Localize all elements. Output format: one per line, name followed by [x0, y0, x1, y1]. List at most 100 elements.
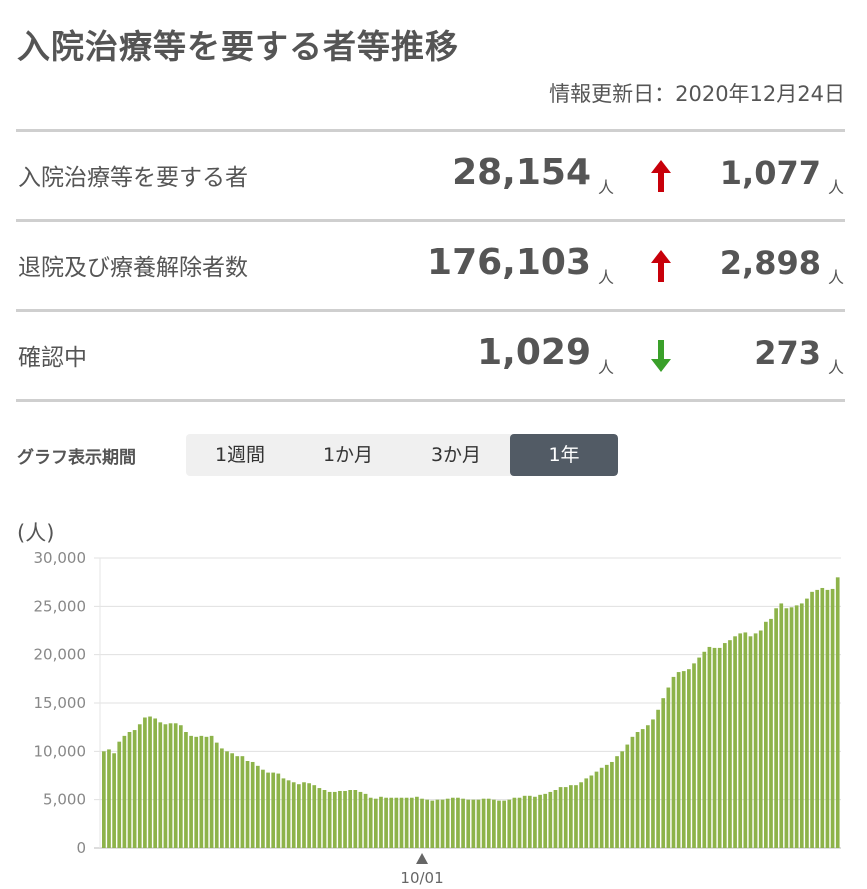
bar [604, 764, 609, 848]
bar [178, 725, 183, 848]
bar [343, 790, 347, 848]
bar [640, 729, 645, 848]
bar [676, 672, 681, 848]
bar [127, 732, 132, 848]
bar [589, 775, 594, 848]
bar [728, 640, 732, 848]
stat-row-hospitalized: 入院治療等を要する者 28,154 人 1,077 人 [16, 129, 845, 219]
bar [764, 621, 768, 848]
bar [569, 785, 573, 848]
stat-delta-unit: 人 [828, 178, 845, 197]
bar [112, 753, 116, 848]
bar [517, 797, 522, 848]
bar [738, 633, 743, 848]
bar [389, 797, 394, 848]
bar [158, 722, 163, 848]
bar [502, 800, 506, 848]
y-tick-label: 0 [76, 839, 86, 857]
bar [307, 783, 311, 848]
stat-value: 1,029 [477, 332, 591, 373]
bar [250, 761, 255, 848]
bar [209, 735, 214, 848]
stat-delta-unit: 人 [828, 358, 845, 377]
bar [553, 790, 558, 848]
bar [476, 799, 481, 848]
bar [512, 797, 517, 848]
page-title: 入院治療等を要する者等推移 [17, 27, 459, 66]
arrow-up-icon [651, 250, 671, 282]
bar [466, 799, 471, 848]
period-button-3months[interactable]: 3か月 [402, 434, 510, 476]
bar [312, 785, 317, 848]
bar [214, 742, 219, 848]
bar [610, 761, 614, 848]
stat-value: 176,103 [427, 242, 591, 283]
stat-delta-unit: 人 [828, 268, 845, 287]
bar [348, 790, 353, 848]
bar [286, 780, 291, 848]
bar [697, 657, 701, 848]
bar [163, 724, 168, 848]
stat-row-discharged: 退院及び療養解除者数 176,103 人 2,898 人 [16, 219, 845, 309]
bar [789, 607, 794, 848]
bar [353, 790, 358, 848]
y-tick-label: 20,000 [34, 646, 87, 664]
bar [435, 799, 440, 848]
bar [579, 782, 583, 848]
bar [399, 797, 404, 848]
bar [666, 687, 671, 848]
bar [722, 643, 727, 848]
bar [758, 630, 763, 848]
bar [384, 797, 388, 848]
bar [486, 798, 491, 848]
period-button-1week[interactable]: 1週間 [186, 434, 294, 476]
bar [173, 723, 178, 848]
bar [830, 588, 835, 848]
bar [815, 589, 820, 848]
bar [820, 587, 825, 848]
bar [230, 753, 234, 848]
bar [327, 791, 332, 848]
bar [168, 723, 173, 848]
bar [794, 605, 799, 848]
bar [712, 647, 717, 848]
bar [373, 798, 378, 848]
bar [245, 761, 250, 848]
period-label: グラフ表示期間 [17, 448, 136, 468]
bar [574, 785, 578, 848]
bar [132, 730, 137, 848]
bar [717, 647, 722, 848]
period-button-1month[interactable]: 1か月 [294, 434, 402, 476]
bar [102, 751, 106, 848]
stat-label: 確認中 [18, 345, 87, 371]
bar [799, 603, 804, 848]
bar [266, 772, 270, 848]
bar [420, 798, 424, 848]
bar [332, 791, 337, 848]
bar [635, 732, 640, 848]
arrow-down-icon [651, 340, 671, 372]
x-marker-label: 10/01 [400, 869, 443, 887]
bar [784, 608, 789, 848]
bar-chart: 0 5,000 10,000 15,000 20,000 25,000 30,000 10/0… [34, 549, 841, 887]
bar [645, 725, 650, 848]
bar [625, 744, 630, 848]
stat-delta: 273 [754, 334, 821, 372]
bar [148, 716, 152, 848]
bar [107, 749, 111, 848]
bar [599, 767, 604, 848]
bar [825, 589, 830, 848]
bar [630, 736, 635, 848]
bar [656, 709, 660, 848]
bar [281, 778, 286, 848]
period-button-1year[interactable]: 1年 [510, 434, 618, 476]
bar [394, 797, 399, 848]
bar [204, 736, 209, 848]
bar [404, 797, 409, 848]
bar [235, 756, 240, 848]
bar [184, 732, 188, 848]
bar [153, 718, 158, 848]
y-tick-label: 5,000 [43, 791, 86, 809]
bar [481, 798, 486, 848]
bar [189, 735, 193, 848]
